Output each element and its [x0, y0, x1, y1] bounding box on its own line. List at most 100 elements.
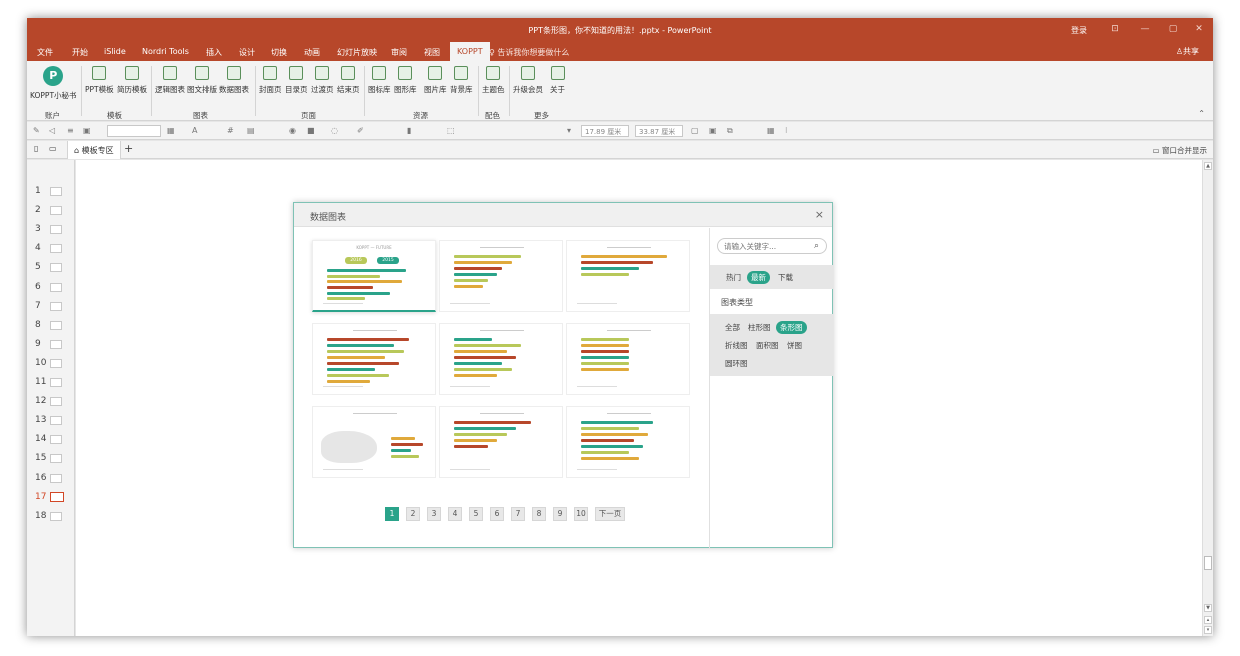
- menu-slideshow[interactable]: 幻灯片放映: [337, 47, 377, 58]
- slide-thumbnail[interactable]: 1: [35, 184, 75, 198]
- menu-file[interactable]: 文件: [37, 47, 53, 58]
- chart-icon[interactable]: ▮: [407, 126, 411, 135]
- background-library-button[interactable]: 背景库: [450, 66, 473, 95]
- upgrade-member-button[interactable]: 升级会员: [513, 66, 543, 95]
- slide-thumbnail[interactable]: 14: [35, 432, 75, 446]
- slide-thumbnail[interactable]: 15: [35, 451, 75, 465]
- scroll-thumb[interactable]: [1204, 556, 1212, 570]
- next-page-button[interactable]: 下一页: [595, 507, 625, 521]
- page-button[interactable]: 7: [511, 507, 525, 521]
- height-field[interactable]: 33.87 厘米: [635, 125, 683, 137]
- outline-icon[interactable]: ◌: [331, 126, 338, 135]
- chart-type-option[interactable]: 条形图: [776, 321, 807, 334]
- close-window-icon[interactable]: ✕: [1193, 24, 1205, 34]
- fill-color-icon[interactable]: ◉: [289, 126, 296, 135]
- chart-template-card[interactable]: [439, 240, 563, 312]
- slide-thumbnail[interactable]: 13: [35, 413, 75, 427]
- slide-thumbnail[interactable]: 2: [35, 203, 75, 217]
- sort-option[interactable]: 最新: [747, 271, 770, 284]
- format-painter-icon[interactable]: ✎: [33, 126, 40, 135]
- slide-thumbnail[interactable]: 10: [35, 356, 75, 370]
- chart-template-card[interactable]: [566, 406, 690, 478]
- frame-icon[interactable]: ▢: [691, 126, 699, 135]
- tell-me-input[interactable]: ♀ 告诉我你想要做什么: [489, 47, 569, 58]
- page-button[interactable]: 10: [574, 507, 588, 521]
- koppt-assistant-button[interactable]: P KOPPT小秘书: [30, 66, 77, 101]
- slide-thumbnail[interactable]: 12: [35, 394, 75, 408]
- dialog-close-icon[interactable]: ×: [815, 208, 824, 221]
- slide-thumbnail[interactable]: 8: [35, 318, 75, 332]
- page-button[interactable]: 9: [553, 507, 567, 521]
- scroll-up-icon[interactable]: ▲: [1204, 162, 1212, 170]
- collapse-ribbon-icon[interactable]: ⌃: [1198, 109, 1205, 118]
- slide-thumbnail[interactable]: 9: [35, 337, 75, 351]
- search-icon[interactable]: ⌕: [814, 241, 819, 251]
- about-button[interactable]: 关于: [550, 66, 565, 95]
- crop-icon[interactable]: #: [227, 126, 234, 135]
- slide-thumbnail[interactable]: 16: [35, 471, 75, 485]
- menu-transitions[interactable]: 切换: [271, 47, 287, 58]
- text-layout-button[interactable]: 图文排版: [187, 66, 217, 95]
- ppt-template-button[interactable]: PPT模板: [85, 66, 114, 95]
- menu-view[interactable]: 视图: [424, 47, 440, 58]
- font-combo[interactable]: [107, 125, 161, 137]
- chart-template-card[interactable]: [566, 323, 690, 395]
- chart-type-option[interactable]: 全部: [725, 322, 740, 333]
- resume-template-button[interactable]: 简历模板: [117, 66, 147, 95]
- data-chart-button[interactable]: 数据图表: [219, 66, 249, 95]
- page-button[interactable]: 6: [490, 507, 504, 521]
- logic-chart-button[interactable]: 逻辑图表: [155, 66, 185, 95]
- page-button[interactable]: 3: [427, 507, 441, 521]
- merge-window-button[interactable]: ▭ 窗口合并显示: [1153, 145, 1207, 156]
- chart-template-card[interactable]: [312, 323, 436, 395]
- transition-page-button[interactable]: 过渡页: [311, 66, 334, 95]
- chart-template-card[interactable]: [566, 240, 690, 312]
- next-slide-icon[interactable]: ▾: [1204, 626, 1212, 634]
- page-button[interactable]: 8: [532, 507, 546, 521]
- minimize-icon[interactable]: —: [1139, 24, 1151, 34]
- chart-type-option[interactable]: 饼图: [787, 340, 802, 351]
- image-library-button[interactable]: 图片库: [424, 66, 447, 95]
- new-file-icon[interactable]: ▯: [34, 144, 38, 153]
- menu-islide[interactable]: iSlide: [104, 47, 126, 56]
- ribbon-display-icon[interactable]: ⊡: [1109, 24, 1121, 34]
- slide-thumbnail[interactable]: 6: [35, 280, 75, 294]
- menu-koppt[interactable]: KOPPT: [450, 42, 490, 61]
- width-field[interactable]: 17.89 厘米: [581, 125, 629, 137]
- template-zone-tab[interactable]: ⌂ 模板专区: [67, 141, 121, 159]
- picture-icon[interactable]: ▣: [83, 126, 91, 135]
- menu-nordri-tools[interactable]: Nordri Tools: [142, 47, 189, 56]
- more-icon[interactable]: ⁝: [785, 126, 788, 135]
- slide-thumbnail[interactable]: 4: [35, 241, 75, 255]
- restore-icon[interactable]: ▢: [1167, 24, 1179, 34]
- chart-type-option[interactable]: 面积图: [756, 340, 779, 351]
- search-input[interactable]: [724, 241, 810, 252]
- slide-thumbnail[interactable]: 18: [35, 509, 75, 523]
- menu-home[interactable]: 开始: [72, 47, 88, 58]
- color-block-icon[interactable]: ■: [307, 126, 315, 135]
- page-button[interactable]: 4: [448, 507, 462, 521]
- menu-animations[interactable]: 动画: [304, 47, 320, 58]
- share-button[interactable]: ♙共享: [1176, 46, 1199, 57]
- chart-type-option[interactable]: 柱形图: [748, 322, 771, 333]
- prev-slide-icon[interactable]: ▴: [1204, 616, 1212, 624]
- shape-library-button[interactable]: 图形库: [394, 66, 417, 95]
- slide-thumbnail[interactable]: 11: [35, 375, 75, 389]
- theme-color-button[interactable]: 主题色: [482, 66, 505, 95]
- layers-icon[interactable]: ⧉: [727, 126, 733, 136]
- page-button[interactable]: 1: [385, 507, 399, 521]
- chart-template-card[interactable]: KOPPT 一 FUTURE 2016 2015: [312, 240, 436, 312]
- add-tab-button[interactable]: +: [124, 142, 133, 155]
- chart-template-card[interactable]: [312, 406, 436, 478]
- toc-page-button[interactable]: 目录页: [285, 66, 308, 95]
- cover-page-button[interactable]: 封面页: [259, 66, 282, 95]
- chart-template-card[interactable]: [439, 406, 563, 478]
- menu-review[interactable]: 审阅: [391, 47, 407, 58]
- group-icon[interactable]: ▣: [709, 126, 717, 135]
- chart-template-card[interactable]: [439, 323, 563, 395]
- slide-thumbnail[interactable]: 5: [35, 260, 75, 274]
- slide-thumbnail[interactable]: 17: [35, 490, 75, 504]
- page-button[interactable]: 2: [406, 507, 420, 521]
- text-color-icon[interactable]: A: [192, 126, 197, 135]
- folder-icon[interactable]: ▭: [49, 144, 57, 153]
